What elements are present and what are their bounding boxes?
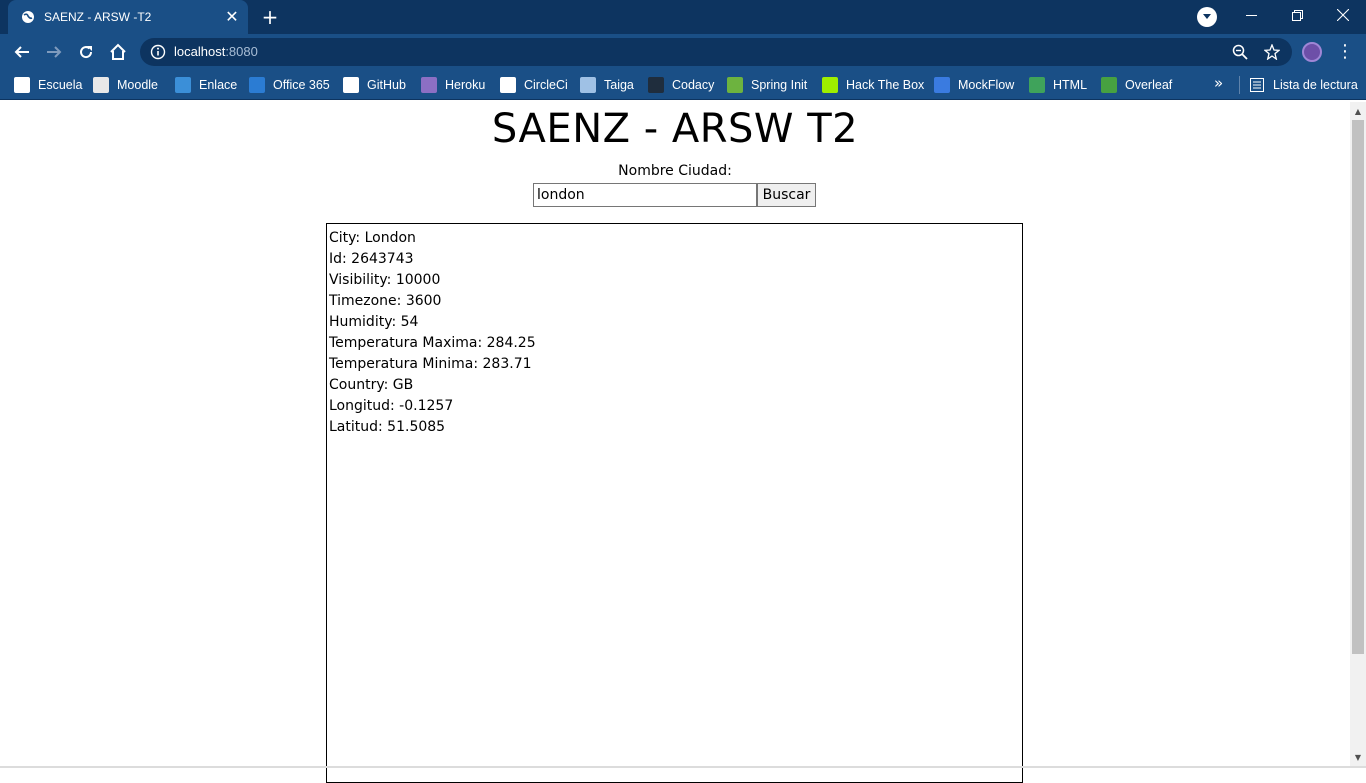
- bookmark-star-icon[interactable]: [1263, 43, 1281, 61]
- bookmark-label: CircleCi: [524, 78, 568, 92]
- tab-title: SAENZ - ARSW -T2: [44, 10, 152, 24]
- spring-icon: [727, 77, 743, 93]
- bookmark-moodle[interactable]: Moodle: [93, 74, 158, 96]
- scroll-up-icon[interactable]: ▲: [1352, 106, 1364, 118]
- globe-icon: [20, 9, 36, 25]
- circleci-icon: [500, 77, 516, 93]
- bookmark-label: Hack The Box: [846, 78, 925, 92]
- bookmarks-separator: [1239, 76, 1240, 94]
- bookmark-enlace[interactable]: Enlace: [175, 74, 237, 96]
- bookmark-office-365[interactable]: Office 365: [249, 74, 330, 96]
- taiga-icon: [580, 77, 596, 93]
- home-button[interactable]: [105, 39, 131, 65]
- bookmark-heroku[interactable]: Heroku: [421, 74, 485, 96]
- bookmark-label: GitHub: [367, 78, 406, 92]
- result-line: Visibility: 10000: [329, 272, 441, 288]
- office-icon: [249, 77, 265, 93]
- forward-button[interactable]: [41, 39, 67, 65]
- github-icon: [343, 77, 359, 93]
- result-line: Country: GB: [329, 377, 414, 393]
- bookmark-label: MockFlow: [958, 78, 1015, 92]
- scroll-down-icon[interactable]: ▼: [1352, 752, 1364, 764]
- close-icon[interactable]: ✕: [224, 9, 240, 25]
- reading-list-label: Lista de lectura: [1273, 78, 1358, 92]
- browser-tab[interactable]: SAENZ - ARSW -T2 ✕: [8, 0, 248, 34]
- bookmark-codacy[interactable]: Codacy: [648, 74, 714, 96]
- bookmark-mockflow[interactable]: MockFlow: [934, 74, 1014, 96]
- bookmark-label: Codacy: [672, 78, 715, 92]
- bookmark-overleaf[interactable]: Overleaf: [1101, 74, 1172, 96]
- bookmark-hack-the-box[interactable]: Hack The Box: [822, 74, 924, 96]
- bookmark-spring-init[interactable]: Spring Init: [727, 74, 807, 96]
- bookmark-label: Taiga: [604, 78, 634, 92]
- result-line: Id: 2643743: [329, 251, 414, 267]
- minimize-button[interactable]: [1228, 0, 1274, 30]
- result-line: City: London: [329, 230, 416, 246]
- zoom-icon[interactable]: [1231, 43, 1249, 61]
- new-tab-button[interactable]: +: [258, 6, 282, 28]
- bookmark-circleci[interactable]: CircleCi: [500, 74, 568, 96]
- bookmark-label: Office 365: [273, 78, 330, 92]
- bookmark-label: Escuela: [38, 78, 83, 92]
- result-panel: City: London Id: 2643743 Visibility: 10000…: [326, 223, 1023, 783]
- menu-icon[interactable]: ⋮: [1336, 42, 1354, 62]
- bookmark-html[interactable]: HTML: [1029, 74, 1087, 96]
- bookmark-github[interactable]: GitHub: [343, 74, 406, 96]
- mockflow-icon: [934, 77, 950, 93]
- heroku-icon: [421, 77, 437, 93]
- address-bar[interactable]: [140, 38, 1292, 66]
- address-url[interactable]: localhost:8080: [174, 44, 258, 59]
- page-title: SAENZ - ARSW T2: [491, 106, 859, 152]
- bookmark-label: Overleaf: [1125, 78, 1173, 92]
- bookmark-taiga[interactable]: Taiga: [580, 74, 634, 96]
- moodle-icon: [93, 77, 109, 93]
- reading-list-icon: [1249, 77, 1265, 93]
- restore-button[interactable]: [1274, 0, 1320, 30]
- more-bookmarks-icon[interactable]: »: [1214, 74, 1223, 92]
- tab-search-icon[interactable]: [1197, 7, 1217, 27]
- result-line: Temperatura Minima: 283.71: [329, 356, 532, 372]
- bookmark-label: HTML: [1053, 78, 1088, 92]
- overleaf-icon: [1101, 77, 1117, 93]
- scrollbar-thumb[interactable]: [1352, 120, 1364, 654]
- city-input[interactable]: [533, 183, 757, 207]
- bookmark-label: Moodle: [117, 78, 158, 92]
- profile-avatar[interactable]: [1302, 42, 1322, 62]
- hackthebox-icon: [822, 77, 838, 93]
- city-label: Nombre Ciudad:: [618, 163, 732, 179]
- result-line: Latitud: 51.5085: [329, 419, 446, 435]
- result-line: Longitud: -0.1257: [329, 398, 454, 414]
- info-icon[interactable]: [150, 44, 166, 60]
- back-button[interactable]: [9, 39, 35, 65]
- codacy-icon: [648, 77, 664, 93]
- bookmark-label: Spring Init: [751, 78, 808, 92]
- result-line: Timezone: 3600: [329, 293, 442, 309]
- bookmark-escuela[interactable]: Escuela: [14, 74, 82, 96]
- html-icon: [1029, 77, 1045, 93]
- close-window-button[interactable]: [1320, 0, 1366, 30]
- result-line: Temperatura Maxima: 284.25: [329, 335, 536, 351]
- result-line: Humidity: 54: [329, 314, 419, 330]
- search-button[interactable]: Buscar: [757, 183, 816, 207]
- enlace-icon: [175, 77, 191, 93]
- reading-list-button[interactable]: Lista de lectura: [1249, 74, 1358, 96]
- reload-button[interactable]: [73, 39, 99, 65]
- bookmark-label: Enlace: [199, 78, 238, 92]
- browser-titlebar: SAENZ - ARSW -T2 ✕ +: [0, 0, 1366, 34]
- bookmark-label: Heroku: [445, 78, 486, 92]
- book-icon: [14, 77, 30, 93]
